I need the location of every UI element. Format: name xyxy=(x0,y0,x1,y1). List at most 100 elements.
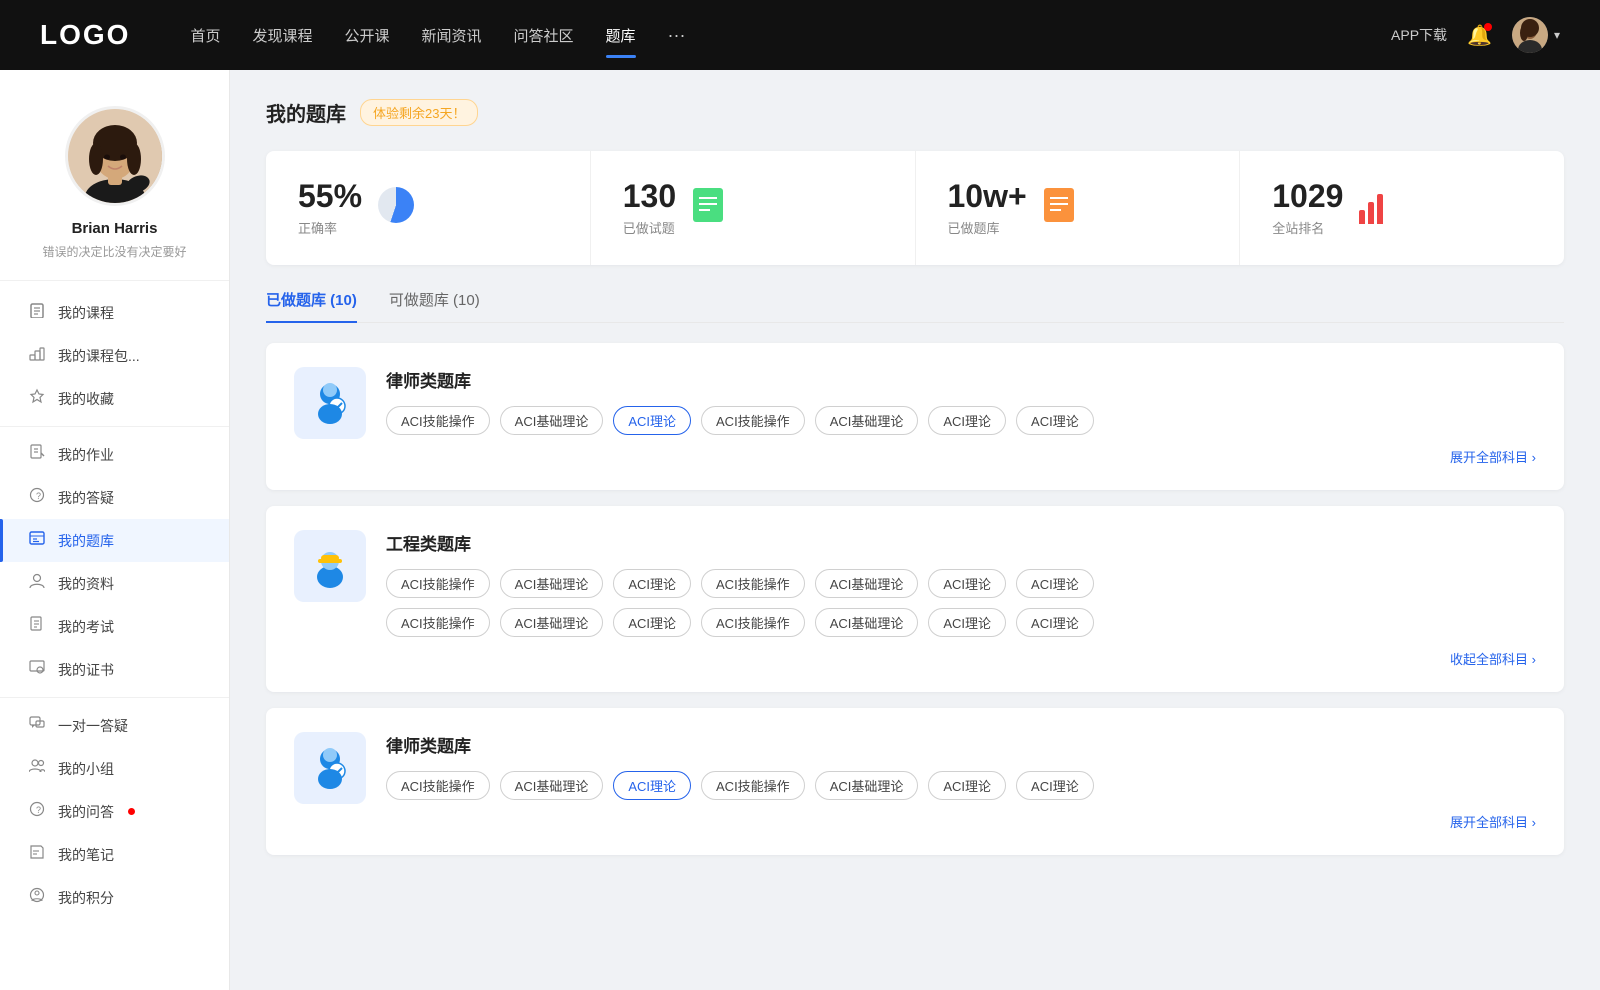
nav-links: 首页 发现课程 公开课 新闻资讯 问答社区 题库 ··· xyxy=(190,21,1391,50)
tag-0[interactable]: ACI技能操作 xyxy=(386,406,490,435)
question-bank-icon xyxy=(28,530,46,551)
points-label: 我的积分 xyxy=(58,888,114,908)
sidebar-item-homework[interactable]: 我的作业 xyxy=(0,433,229,476)
eng-extra-tag-6[interactable]: ACI理论 xyxy=(1016,608,1094,637)
sidebar-item-favorites[interactable]: 我的收藏 xyxy=(0,377,229,420)
lawyer-icon xyxy=(303,376,357,430)
tag-2-active[interactable]: ACI理论 xyxy=(613,406,691,435)
eng-extra-tag-5[interactable]: ACI理论 xyxy=(928,608,1006,637)
nav-link-more[interactable]: ··· xyxy=(668,21,686,50)
lawyer-tags-row-1: ACI技能操作 ACI基础理论 ACI理论 ACI技能操作 ACI基础理论 AC… xyxy=(386,406,1536,435)
sidebar-profile: Brian Harris 错误的决定比没有决定要好 xyxy=(0,70,229,281)
svg-text:?: ? xyxy=(36,805,41,815)
stats-row: 55% 正确率 130 已做试题 xyxy=(266,151,1564,265)
eng-tag-0[interactable]: ACI技能操作 xyxy=(386,569,490,598)
questions-done-value: 130 xyxy=(623,179,676,214)
tag-6[interactable]: ACI理论 xyxy=(1016,406,1094,435)
sidebar-item-group[interactable]: 我的小组 xyxy=(0,747,229,790)
user-avatar-wrap[interactable]: ▾ xyxy=(1512,17,1560,53)
eng-extra-tag-0[interactable]: ACI技能操作 xyxy=(386,608,490,637)
site-rank-value: 1029 xyxy=(1272,179,1343,214)
l2-tag-6[interactable]: ACI理论 xyxy=(1016,771,1094,800)
profile-menu-label: 我的资料 xyxy=(58,574,114,594)
lawyer-icon-2 xyxy=(303,741,357,795)
l2-tag-5[interactable]: ACI理论 xyxy=(928,771,1006,800)
logo[interactable]: LOGO xyxy=(40,19,130,51)
l2-tag-4[interactable]: ACI基础理论 xyxy=(815,771,919,800)
sidebar-item-qa-my[interactable]: ? 我的答疑 xyxy=(0,476,229,519)
lawyer-bank-title-2: 律师类题库 xyxy=(386,732,1536,757)
sidebar-item-question-bank[interactable]: 我的题库 xyxy=(0,519,229,562)
eng-extra-tag-3[interactable]: ACI技能操作 xyxy=(701,608,805,637)
nav-link-discover[interactable]: 发现课程 xyxy=(252,21,312,50)
eng-extra-tag-2[interactable]: ACI理论 xyxy=(613,608,691,637)
exam-icon xyxy=(28,616,46,637)
sidebar-item-notes[interactable]: 我的笔记 xyxy=(0,833,229,876)
courses-icon xyxy=(28,302,46,323)
questions-done-icon xyxy=(692,187,724,230)
l2-tag-1[interactable]: ACI基础理论 xyxy=(500,771,604,800)
sidebar-item-courses[interactable]: 我的课程 xyxy=(0,291,229,334)
tag-1[interactable]: ACI基础理论 xyxy=(500,406,604,435)
nav-right: APP下载 🔔 ▾ xyxy=(1391,17,1560,53)
nav-link-question-bank[interactable]: 题库 xyxy=(606,21,636,50)
notes-icon xyxy=(28,844,46,865)
sidebar-item-profile[interactable]: 我的资料 xyxy=(0,562,229,605)
points-icon xyxy=(28,887,46,908)
nav-avatar xyxy=(1512,17,1548,53)
banks-done-value: 10w+ xyxy=(948,179,1027,214)
expand-link-1[interactable]: 展开全部科目 › xyxy=(386,447,1536,466)
my-qa-icon: ? xyxy=(28,801,46,822)
nav-link-news[interactable]: 新闻资讯 xyxy=(422,21,482,50)
notification-dot xyxy=(1484,23,1492,31)
sidebar-item-packages[interactable]: 我的课程包... xyxy=(0,334,229,377)
tag-4[interactable]: ACI基础理论 xyxy=(815,406,919,435)
exam-label: 我的考试 xyxy=(58,617,114,637)
l2-tag-2-active[interactable]: ACI理论 xyxy=(613,771,691,800)
l2-tag-0[interactable]: ACI技能操作 xyxy=(386,771,490,800)
tag-5[interactable]: ACI理论 xyxy=(928,406,1006,435)
svg-text:?: ? xyxy=(36,491,41,501)
certificate-icon xyxy=(28,659,46,680)
tab-available-banks[interactable]: 可做题库 (10) xyxy=(389,289,480,322)
question-bank-label: 我的题库 xyxy=(58,531,114,551)
divider-1 xyxy=(0,426,229,427)
page-title: 我的题库 xyxy=(266,98,346,127)
nav-link-qa[interactable]: 问答社区 xyxy=(514,21,574,50)
l2-tag-3[interactable]: ACI技能操作 xyxy=(701,771,805,800)
site-rank-icon xyxy=(1359,192,1383,224)
sidebar-item-one-on-one[interactable]: 一对一答疑 xyxy=(0,704,229,747)
expand-link-3[interactable]: 展开全部科目 › xyxy=(386,812,1536,831)
eng-tag-4[interactable]: ACI基础理论 xyxy=(815,569,919,598)
bank-card-engineer: 工程类题库 ACI技能操作 ACI基础理论 ACI理论 ACI技能操作 ACI基… xyxy=(266,506,1564,692)
sidebar-item-my-qa[interactable]: ? 我的问答 xyxy=(0,790,229,833)
eng-extra-tag-1[interactable]: ACI基础理论 xyxy=(500,608,604,637)
app-download-button[interactable]: APP下载 xyxy=(1391,25,1447,45)
engineer-tags-row: ACI技能操作 ACI基础理论 ACI理论 ACI技能操作 ACI基础理论 AC… xyxy=(386,569,1536,598)
notification-bell[interactable]: 🔔 xyxy=(1467,23,1492,48)
eng-tag-2[interactable]: ACI理论 xyxy=(613,569,691,598)
banks-done-icon xyxy=(1043,187,1075,230)
sidebar-item-points[interactable]: 我的积分 xyxy=(0,876,229,919)
engineer-bank-title: 工程类题库 xyxy=(386,530,1536,555)
tag-3[interactable]: ACI技能操作 xyxy=(701,406,805,435)
sidebar-item-certificate[interactable]: 我的证书 xyxy=(0,648,229,691)
sidebar-item-exam[interactable]: 我的考试 xyxy=(0,605,229,648)
profile-icon xyxy=(28,573,46,594)
eng-tag-3[interactable]: ACI技能操作 xyxy=(701,569,805,598)
bar-chart-icon xyxy=(1359,192,1383,224)
eng-tag-5[interactable]: ACI理论 xyxy=(928,569,1006,598)
pie-chart-icon xyxy=(378,187,414,223)
collapse-link-engineer[interactable]: 收起全部科目 › xyxy=(386,649,1536,668)
homework-icon xyxy=(28,444,46,465)
nav-link-home[interactable]: 首页 xyxy=(190,21,220,50)
packages-label: 我的课程包... xyxy=(58,346,140,366)
nav-link-open-course[interactable]: 公开课 xyxy=(344,21,389,50)
navbar: LOGO 首页 发现课程 公开课 新闻资讯 问答社区 题库 ··· APP下载 … xyxy=(0,0,1600,70)
tab-done-banks[interactable]: 已做题库 (10) xyxy=(266,289,357,322)
eng-tag-1[interactable]: ACI基础理论 xyxy=(500,569,604,598)
eng-tag-6[interactable]: ACI理论 xyxy=(1016,569,1094,598)
courses-label: 我的课程 xyxy=(58,303,114,323)
qa-icon: ? xyxy=(28,487,46,508)
eng-extra-tag-4[interactable]: ACI基础理论 xyxy=(815,608,919,637)
